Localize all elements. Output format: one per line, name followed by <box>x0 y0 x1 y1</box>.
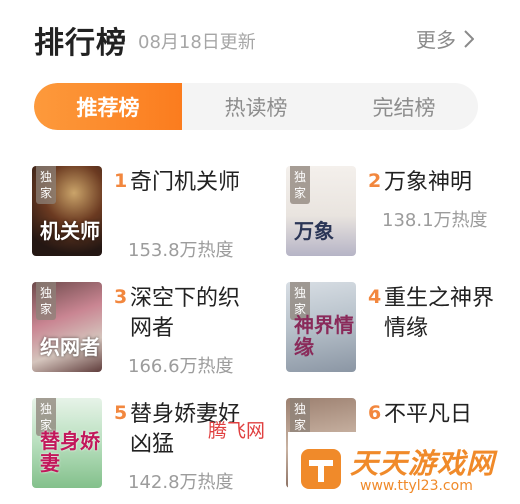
book-cover[interactable]: 独家 神界情缘 <box>286 282 356 372</box>
update-date: 08月18日更新 <box>138 32 256 53</box>
tab-recommend[interactable]: 推荐榜 <box>34 83 182 130</box>
watermark-text: 腾飞网 <box>208 420 266 442</box>
rank-number: 6 <box>368 402 382 424</box>
heat-value: 166.6万热度 <box>128 356 234 377</box>
cover-title-art: 神界情缘 <box>294 313 354 359</box>
exclusive-badge: 独家 <box>36 282 56 320</box>
watermark-url: www.ttyl23.com <box>360 478 473 494</box>
cover-title-art: 机关师 <box>40 219 100 243</box>
book-cover[interactable]: 独家 万象 <box>286 166 356 256</box>
chevron-right-icon <box>464 29 474 48</box>
tab-completed[interactable]: 完结榜 <box>330 83 478 130</box>
book-cover[interactable]: 独家 织网者 <box>32 282 102 372</box>
more-link[interactable]: 更多 <box>416 24 474 53</box>
book-cover[interactable]: 独家 替身娇妻 <box>32 398 102 488</box>
exclusive-badge: 独家 <box>290 166 310 204</box>
exclusive-badge: 独家 <box>36 166 56 204</box>
book-item[interactable]: 独家 织网者 3 深空下的织网者 166.6万热度 <box>32 282 262 392</box>
book-title[interactable]: 奇门机关师 <box>130 168 250 198</box>
book-title[interactable]: 不平凡日 <box>384 400 504 430</box>
heat-value: 142.8万热度 <box>128 472 234 493</box>
heat-value: 153.8万热度 <box>128 240 234 261</box>
book-item[interactable]: 独家 神界情缘 4 重生之神界情缘 <box>286 282 516 392</box>
rank-number: 4 <box>368 286 382 308</box>
watermark-logo: 天天游戏网 www.ttyl23.com <box>288 432 520 504</box>
tab-hot-read[interactable]: 热读榜 <box>182 83 330 130</box>
book-item[interactable]: 独家 机关师 1 奇门机关师 153.8万热度 <box>32 166 262 276</box>
book-item[interactable]: 独家 万象 2 万象神明 138.1万热度 <box>286 166 516 276</box>
watermark-brand: 天天游戏网 <box>350 447 496 480</box>
book-cover[interactable]: 独家 机关师 <box>32 166 102 256</box>
rank-number: 2 <box>368 170 382 192</box>
ranking-header: 排行榜 08月18日更新 更多 <box>34 14 486 61</box>
page-title: 排行榜 <box>34 26 127 61</box>
more-label: 更多 <box>416 28 456 52</box>
book-title[interactable]: 重生之神界情缘 <box>384 284 504 344</box>
ranking-tabs: 推荐榜 热读榜 完结榜 <box>34 83 478 130</box>
exclusive-badge: 独家 <box>290 398 310 436</box>
book-title[interactable]: 万象神明 <box>384 168 504 198</box>
cover-title-art: 替身娇妻 <box>40 429 100 475</box>
cover-title-art: 织网者 <box>40 335 100 359</box>
book-item[interactable]: 独家 替身娇妻 5 替身娇妻好凶猛 142.8万热度 <box>32 398 262 504</box>
rank-number: 5 <box>114 402 128 424</box>
book-title[interactable]: 深空下的织网者 <box>130 284 250 344</box>
heat-value: 138.1万热度 <box>382 210 488 231</box>
cover-title-art: 万象 <box>294 219 334 243</box>
rank-number: 1 <box>114 170 128 192</box>
game-logo-icon <box>301 449 341 489</box>
rank-number: 3 <box>114 286 128 308</box>
